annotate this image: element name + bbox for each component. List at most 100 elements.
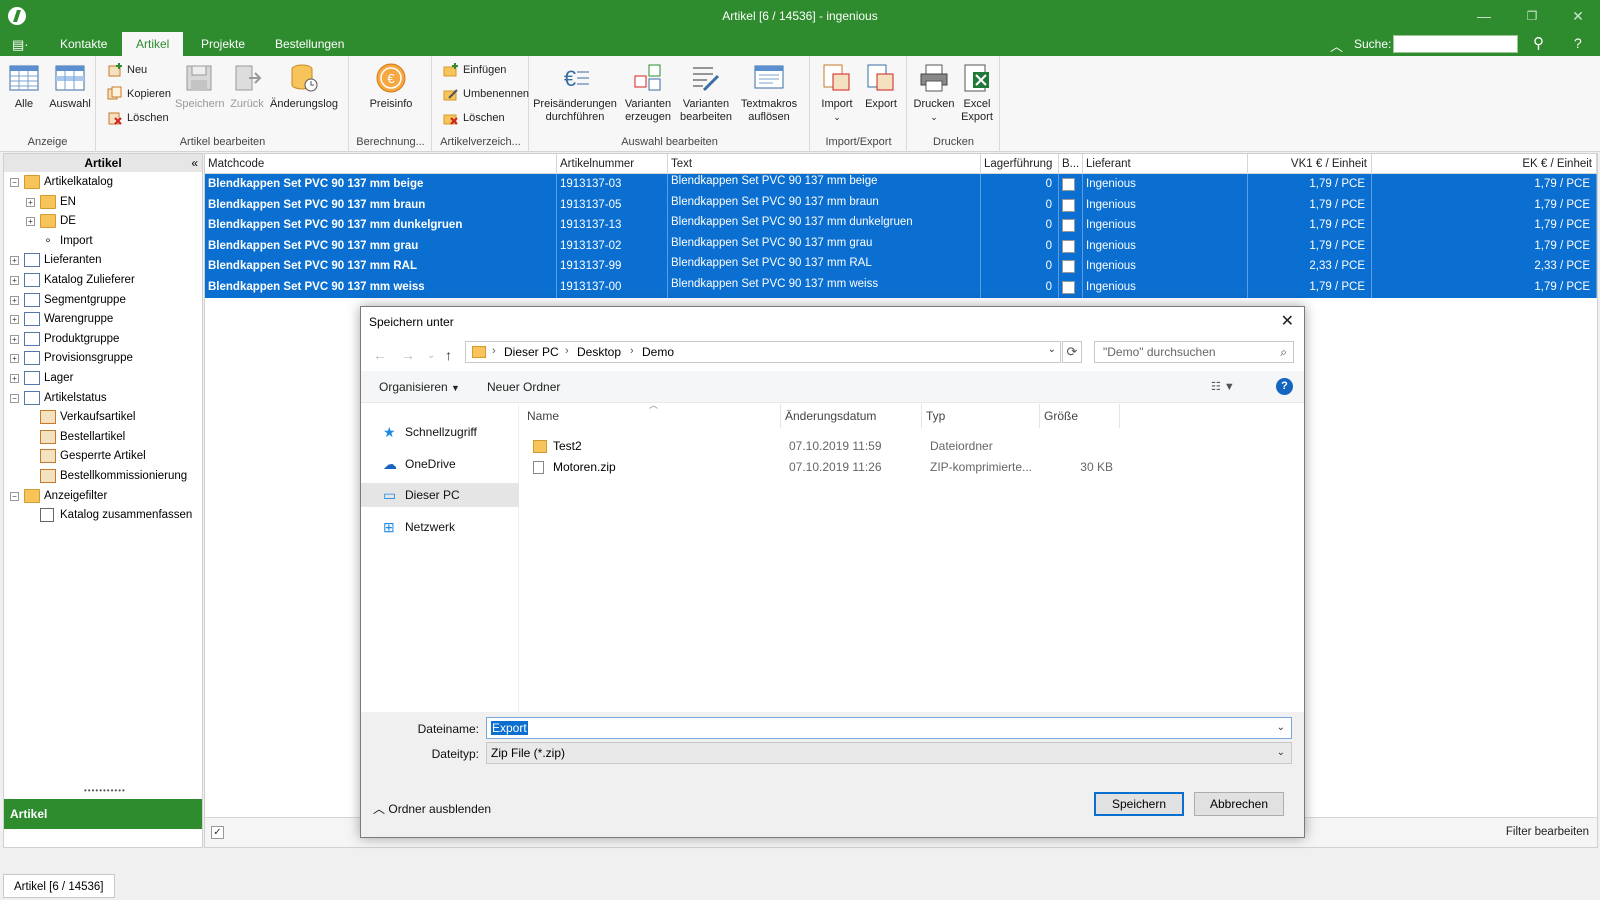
tree-node[interactable]: + Lager (4, 368, 200, 388)
verzeichnis-loeschen-button[interactable]: Löschen (443, 108, 505, 128)
col-ek[interactable]: EK € / Einheit (1372, 154, 1597, 174)
import-dropdown-icon[interactable]: ⌄ (833, 112, 841, 122)
table-row[interactable]: Blendkappen Set PVC 90 137 mm braun 19131… (205, 194, 1597, 216)
breadcrumb-desktop[interactable]: Desktop (577, 345, 621, 359)
col-artikelnummer[interactable]: Artikelnummer (557, 154, 668, 174)
col-groesse[interactable]: Größe (1040, 404, 1120, 428)
filename-input[interactable]: Export ⌄ (486, 717, 1292, 739)
close-window-icon[interactable]: ✕ (1568, 6, 1588, 26)
collapse-panel-icon[interactable]: « (191, 154, 198, 172)
tree-node[interactable]: + Produktgruppe (4, 329, 200, 349)
tree-node[interactable]: Katalog zusammenfassen (4, 505, 200, 525)
import-button[interactable]: Import ⌄ (817, 62, 857, 124)
row-checkbox[interactable] (1062, 198, 1075, 212)
col-text[interactable]: Text (668, 154, 981, 174)
col-b[interactable]: B... (1059, 154, 1083, 174)
speichern-button[interactable]: Speichern (175, 62, 225, 111)
preisaenderungen-button[interactable]: € Preisänderungen durchführen (532, 62, 618, 124)
speichern-dialog-button[interactable]: Speichern (1094, 792, 1184, 816)
tab-artikel[interactable]: Artikel (122, 32, 184, 56)
row-checkbox[interactable] (1062, 239, 1075, 253)
dialog-close-icon[interactable]: ✕ (1281, 311, 1294, 331)
nav-item[interactable]: ☁ OneDrive (361, 452, 519, 476)
breadcrumb-dieser-pc[interactable]: Dieser PC (504, 345, 559, 359)
tab-kontakte[interactable]: Kontakte (46, 32, 121, 56)
drucken-button[interactable]: Drucken ⌄ (912, 62, 956, 124)
excel-export-button[interactable]: Excel Export (958, 62, 996, 124)
expand-icon[interactable]: + (26, 197, 35, 207)
ordner-ausblenden-button[interactable]: ︿ Ordner ausblenden (373, 800, 491, 817)
varianten-erzeugen-button[interactable]: Varianten erzeugen (622, 62, 674, 124)
app-menu-icon[interactable]: ▤· (12, 37, 29, 53)
row-checkbox[interactable] (1062, 281, 1075, 294)
row-checkbox[interactable] (1062, 178, 1075, 191)
tree-node[interactable]: − Artikelkatalog (4, 172, 200, 192)
status-tab[interactable]: Artikel [6 / 14536] (3, 874, 115, 898)
zurueck-button[interactable]: Zurück (227, 62, 267, 111)
tree-node[interactable]: + DE (4, 211, 200, 231)
nav-artikel-button[interactable]: Artikel (4, 799, 202, 829)
expand-icon[interactable]: + (10, 276, 19, 285)
table-row[interactable]: Blendkappen Set PVC 90 137 mm beige 19131… (205, 174, 1597, 195)
view-options-icon[interactable]: ☷ ▼ (1211, 380, 1235, 393)
col-lagerfuehrung[interactable]: Lagerführung (981, 154, 1059, 174)
table-row[interactable]: Blendkappen Set PVC 90 137 mm grau 191313… (205, 235, 1597, 257)
tree-node[interactable]: + Provisionsgruppe (4, 348, 200, 368)
tree-node[interactable]: − Artikelstatus (4, 388, 200, 408)
tree-node[interactable]: Verkaufsartikel (4, 407, 200, 427)
collapse-ribbon-icon[interactable]: ︿ (1330, 36, 1343, 55)
textmakros-button[interactable]: Textmakros auflösen (738, 62, 800, 124)
breadcrumb-demo[interactable]: Demo (642, 345, 674, 359)
neuer-ordner-button[interactable]: Neuer Ordner (487, 380, 560, 394)
address-bar[interactable]: › Dieser PC › Desktop › Demo ⌄ (465, 341, 1061, 363)
alle-button[interactable]: Alle (6, 62, 42, 111)
folder-search-input[interactable]: "Demo" durchsuchen ⌕ (1094, 341, 1294, 363)
checkbox-icon[interactable] (40, 508, 54, 523)
address-dropdown-icon[interactable]: ⌄ (1048, 344, 1056, 355)
tree-node[interactable]: + Segmentgruppe (4, 290, 200, 310)
collapse-icon[interactable]: − (10, 178, 19, 187)
tab-bestellungen[interactable]: Bestellungen (261, 32, 358, 56)
refresh-icon[interactable]: ⟳ (1062, 341, 1082, 363)
nav-item[interactable]: ★ Schnellzugriff (361, 420, 519, 444)
expand-icon[interactable]: + (10, 295, 19, 305)
organisieren-button[interactable]: Organisieren ▼ (379, 380, 460, 394)
back-icon[interactable]: ← (373, 347, 387, 363)
tab-projekte[interactable]: Projekte (187, 32, 259, 56)
row-checkbox[interactable] (1062, 260, 1075, 274)
filetype-dropdown-icon[interactable]: ⌄ (1277, 743, 1285, 763)
abbrechen-button[interactable]: Abbrechen (1194, 792, 1284, 816)
umbenennen-button[interactable]: Umbenennen (443, 84, 529, 104)
expand-icon[interactable]: + (10, 354, 19, 364)
table-row[interactable]: Blendkappen Set PVC 90 137 mm weiss 19131… (205, 277, 1597, 298)
auswahl-button[interactable]: Auswahl (48, 62, 92, 111)
nav-item[interactable]: ⊞ Netzwerk (361, 515, 519, 539)
col-matchcode[interactable]: Matchcode (205, 154, 557, 174)
tree-node[interactable]: Bestellkommissionierung (4, 466, 200, 486)
tree-node[interactable]: + EN (4, 192, 200, 212)
tree-node[interactable]: Gesperrte Artikel (4, 446, 200, 466)
col-lieferant[interactable]: Lieferant (1083, 154, 1248, 174)
expand-icon[interactable]: + (26, 217, 35, 227)
neu-button[interactable]: Neu (107, 60, 147, 80)
restore-icon[interactable]: ❐ (1522, 6, 1542, 26)
tree-node[interactable]: Bestellartikel (4, 427, 200, 447)
filename-dropdown-icon[interactable]: ⌄ (1277, 718, 1285, 738)
tree-node[interactable]: + Warengruppe (4, 309, 200, 329)
einfuegen-button[interactable]: Einfügen (443, 60, 506, 80)
nav-item[interactable]: ▭ Dieser PC (361, 483, 519, 507)
tree-node[interactable]: ∘ Import (4, 231, 200, 251)
col-aenderungsdatum[interactable]: Änderungsdatum (781, 404, 922, 428)
expand-icon[interactable]: + (10, 374, 19, 383)
dialog-help-icon[interactable]: ? (1276, 378, 1293, 395)
filetype-select[interactable]: Zip File (*.zip) ⌄ (486, 742, 1292, 764)
export-button[interactable]: Export (861, 62, 901, 111)
expand-icon[interactable]: + (10, 334, 19, 344)
splitter-grip[interactable]: ••••••••••• (84, 786, 126, 795)
col-vk1[interactable]: VK1 € / Einheit (1248, 154, 1372, 174)
row-checkbox[interactable] (1062, 219, 1075, 233)
tree-node[interactable]: + Katalog Zulieferer (4, 270, 200, 290)
collapse-icon[interactable]: − (10, 393, 19, 403)
collapse-icon[interactable]: − (10, 491, 19, 501)
table-row[interactable]: Blendkappen Set PVC 90 137 mm RAL 1913137… (205, 256, 1597, 278)
